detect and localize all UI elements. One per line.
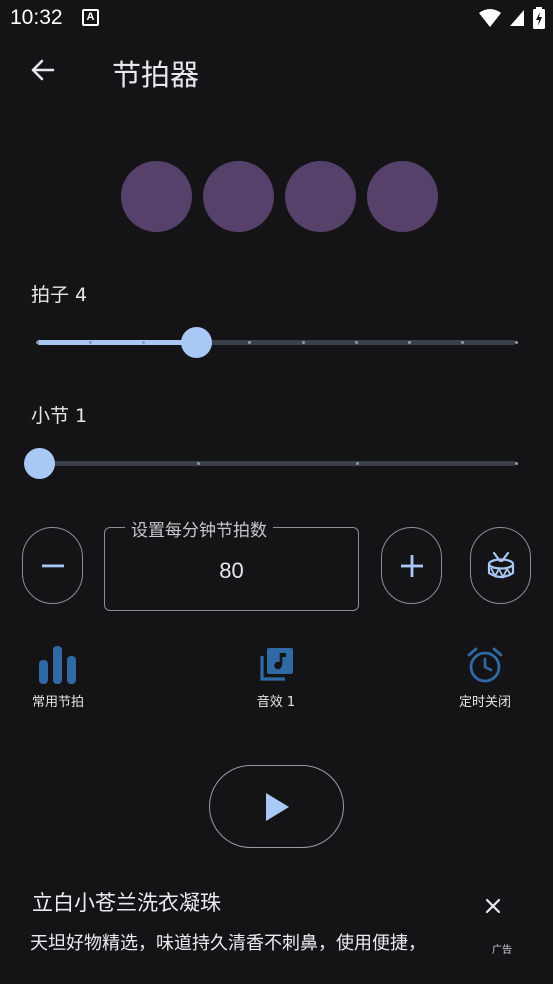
decrease-bpm-button[interactable]: [22, 527, 83, 604]
page-title: 节拍器: [112, 58, 200, 92]
slider-tick: [301, 341, 305, 344]
plus-icon: [400, 554, 423, 577]
ad-close-button[interactable]: [480, 893, 506, 919]
close-icon: [485, 898, 501, 914]
bar-chart-icon: [39, 646, 76, 684]
wifi-icon: [479, 9, 501, 27]
beat-dot: [203, 161, 274, 232]
slider-thumb[interactable]: [181, 327, 213, 358]
bar-slider-label: 小节 1: [31, 405, 88, 427]
beat-dot: [285, 161, 356, 232]
signal-icon: [510, 10, 524, 26]
music-library-icon: [260, 648, 293, 681]
status-time: 10:32: [10, 6, 63, 29]
status-indicators: [479, 7, 545, 29]
slider-tick: [35, 341, 39, 344]
minus-icon: [41, 564, 64, 567]
arrow-left-icon: [31, 59, 55, 81]
tap-tempo-button[interactable]: [470, 527, 531, 604]
increase-bpm-button[interactable]: [381, 527, 442, 604]
beat-slider[interactable]: [35, 327, 518, 358]
drum-icon: [487, 551, 514, 579]
slider-fill: [37, 340, 197, 345]
sound-effect-label: 音效 1: [256, 695, 296, 710]
ad-title[interactable]: 立白小苍兰洗衣凝珠: [32, 887, 221, 917]
timer-off-label: 定时关闭: [458, 695, 511, 710]
slider-tick: [514, 341, 518, 344]
beat-indicators: [121, 161, 438, 232]
play-button[interactable]: [209, 765, 344, 848]
notification-icon: A: [82, 9, 99, 26]
common-beats-label: 常用节拍: [31, 695, 84, 710]
ad-tag: 广告: [492, 945, 512, 956]
bar-slider[interactable]: [23, 448, 518, 479]
beat-dot: [121, 161, 192, 232]
back-button[interactable]: [22, 52, 62, 88]
status-bar: 10:32 A: [0, 0, 553, 38]
battery-icon: [533, 7, 545, 29]
slider-tick: [514, 462, 518, 465]
slider-track: [39, 461, 516, 466]
slider-tick: [88, 341, 92, 344]
slider-tick: [354, 341, 358, 344]
common-beats-button[interactable]: 常用节拍: [3, 645, 113, 710]
bpm-value[interactable]: 80: [105, 558, 358, 584]
beat-dot: [367, 161, 438, 232]
slider-tick: [141, 341, 145, 344]
beat-slider-label: 拍子 4: [31, 284, 88, 306]
bpm-field-label: 设置每分钟节拍数: [125, 516, 273, 541]
slider-thumb[interactable]: [23, 448, 55, 479]
bpm-field[interactable]: 设置每分钟节拍数 80: [104, 516, 359, 611]
alarm-clock-icon: [467, 647, 503, 683]
slider-tick: [355, 462, 359, 465]
play-icon: [265, 792, 289, 821]
slider-tick: [196, 462, 200, 465]
timer-off-button[interactable]: 定时关闭: [430, 645, 540, 710]
sound-effect-button[interactable]: 音效 1: [221, 645, 331, 710]
ad-text[interactable]: 天坦好物精选，味道持久清香不刺鼻，使用便捷，: [30, 929, 426, 955]
app-bar: 节拍器: [0, 38, 553, 102]
